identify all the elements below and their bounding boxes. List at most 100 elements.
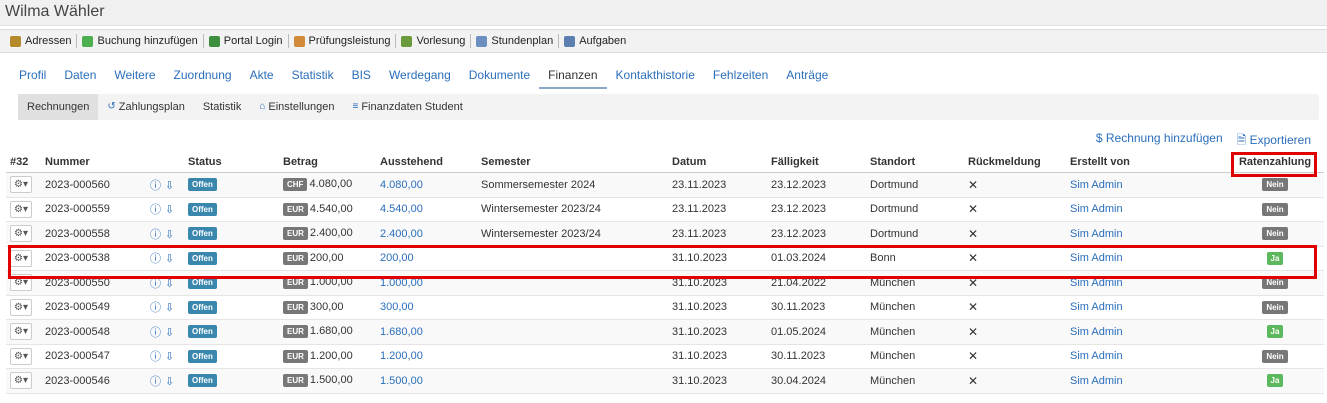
table-row[interactable]: ⚙▾ 2023-000549 ⓘ ⇩ Offen EUR 300,00 300,00 31.10… <box>6 295 1324 320</box>
column-header[interactable]: Fälligkeit <box>767 152 866 173</box>
toolbar-item-5[interactable]: Stundenplan <box>472 35 557 47</box>
created-by-link[interactable]: Sim Admin <box>1070 350 1123 362</box>
created-by-link[interactable]: Sim Admin <box>1070 277 1123 289</box>
info-icon[interactable]: ⓘ <box>150 351 161 363</box>
currency-badge: EUR <box>283 325 308 339</box>
tab-statistik[interactable]: Statistik <box>283 64 343 89</box>
column-header[interactable]: Betrag <box>279 152 376 173</box>
tab-dokumente[interactable]: Dokumente <box>460 64 539 89</box>
export-button[interactable]: 🗎 Exportieren <box>1237 131 1311 152</box>
created-by-link[interactable]: Sim Admin <box>1070 228 1123 240</box>
gear-dropdown-icon[interactable]: ⚙▾ <box>10 249 32 267</box>
table-row[interactable]: ⚙▾ 2023-000560 ⓘ ⇩ Offen CHF 4.080,00 4.080,00 S… <box>6 172 1324 198</box>
info-icon[interactable]: ⓘ <box>150 278 161 290</box>
gear-dropdown-icon[interactable]: ⚙▾ <box>10 225 32 243</box>
tab-akte[interactable]: Akte <box>241 64 283 89</box>
subtab-1[interactable]: ↺ Zahlungsplan <box>98 94 193 120</box>
created-by-link[interactable]: Sim Admin <box>1070 179 1123 191</box>
outstanding-link[interactable]: 1.200,00 <box>380 350 423 362</box>
download-icon[interactable]: ⇩ <box>165 351 174 363</box>
toolbar-item-2[interactable]: Portal Login <box>205 35 287 47</box>
table-row[interactable]: ⚙▾ 2023-000558 ⓘ ⇩ Offen EUR 2.400,00 2.400,00 W… <box>6 221 1324 247</box>
row-icons-cell: ⓘ ⇩ <box>146 246 184 271</box>
gear-dropdown-icon[interactable]: ⚙▾ <box>10 323 32 341</box>
tab-weitere[interactable]: Weitere <box>105 64 164 89</box>
outstanding-link[interactable]: 1.000,00 <box>380 277 423 289</box>
outstanding-link[interactable]: 300,00 <box>380 301 414 313</box>
column-header[interactable]: Ratenzahlung <box>1226 152 1324 173</box>
download-icon[interactable]: ⇩ <box>165 180 174 192</box>
column-header[interactable]: Ausstehend <box>376 152 477 173</box>
toolbar-item-0[interactable]: Adressen <box>6 35 75 47</box>
info-icon[interactable]: ⓘ <box>150 253 161 265</box>
tab-werdegang[interactable]: Werdegang <box>380 64 460 89</box>
table-row[interactable]: ⚙▾ 2023-000538 ⓘ ⇩ Offen EUR 200,00 200,00 31.10… <box>6 246 1324 271</box>
column-header[interactable]: Nummer <box>41 152 146 173</box>
tab-daten[interactable]: Daten <box>55 64 105 89</box>
cross-icon: ✕ <box>968 202 979 217</box>
gear-dropdown-icon[interactable]: ⚙▾ <box>10 372 32 390</box>
download-icon[interactable]: ⇩ <box>165 327 174 339</box>
table-row[interactable]: ⚙▾ 2023-000548 ⓘ ⇩ Offen EUR 1.680,00 1.680,00 3… <box>6 319 1324 345</box>
gear-dropdown-icon[interactable]: ⚙▾ <box>10 200 32 218</box>
download-icon[interactable]: ⇩ <box>165 204 174 216</box>
outstanding-link[interactable]: 2.400,00 <box>380 228 423 240</box>
gear-dropdown-icon[interactable]: ⚙▾ <box>10 298 32 316</box>
info-icon[interactable]: ⓘ <box>150 327 161 339</box>
download-icon[interactable]: ⇩ <box>165 278 174 290</box>
column-header[interactable]: #32 <box>6 152 41 173</box>
column-header[interactable]: Standort <box>866 152 964 173</box>
toolbar-item-6[interactable]: Aufgaben <box>560 35 630 47</box>
tab-bis[interactable]: BIS <box>343 64 380 89</box>
gear-dropdown-icon[interactable]: ⚙▾ <box>10 274 32 292</box>
column-header[interactable]: Semester <box>477 152 668 173</box>
subtab-3[interactable]: ⌂ Einstellungen <box>250 94 343 120</box>
gear-dropdown-icon[interactable]: ⚙▾ <box>10 347 32 365</box>
installment-cell: Nein <box>1226 172 1324 198</box>
toolbar-item-4[interactable]: Vorlesung <box>397 35 469 47</box>
info-icon[interactable]: ⓘ <box>150 229 161 241</box>
table-row[interactable]: ⚙▾ 2023-000546 ⓘ ⇩ Offen EUR 1.500,00 1.500,00 3… <box>6 368 1324 394</box>
outstanding-link[interactable]: 1.500,00 <box>380 375 423 387</box>
table-row[interactable]: ⚙▾ 2023-000550 ⓘ ⇩ Offen EUR 1.000,00 1.000,00 3… <box>6 270 1324 296</box>
tab-zuordnung[interactable]: Zuordnung <box>165 64 241 89</box>
column-header[interactable]: Datum <box>668 152 767 173</box>
download-icon[interactable]: ⇩ <box>165 302 174 314</box>
gear-dropdown-icon[interactable]: ⚙▾ <box>10 176 32 194</box>
outstanding-link[interactable]: 4.540,00 <box>380 203 423 215</box>
info-icon[interactable]: ⓘ <box>150 180 161 192</box>
created-by-link[interactable]: Sim Admin <box>1070 301 1123 313</box>
tab-finanzen[interactable]: Finanzen <box>539 64 607 89</box>
table-row[interactable]: ⚙▾ 2023-000547 ⓘ ⇩ Offen EUR 1.200,00 1.200,00 3… <box>6 344 1324 369</box>
created-by-link[interactable]: Sim Admin <box>1070 252 1123 264</box>
outstanding-link[interactable]: 200,00 <box>380 252 414 264</box>
tab-kontakthistorie[interactable]: Kontakthistorie <box>607 64 704 89</box>
created-by-link[interactable]: Sim Admin <box>1070 203 1123 215</box>
download-icon[interactable]: ⇩ <box>165 376 174 388</box>
column-header[interactable]: Status <box>184 152 279 173</box>
outstanding-link[interactable]: 1.680,00 <box>380 326 423 338</box>
info-icon[interactable]: ⓘ <box>150 302 161 314</box>
column-header[interactable]: Erstellt von <box>1066 152 1226 173</box>
tab-anträge[interactable]: Anträge <box>777 64 837 89</box>
subtab-4[interactable]: ≡ Finanzdaten Student <box>343 94 471 120</box>
info-icon[interactable]: ⓘ <box>150 376 161 388</box>
tab-fehlzeiten[interactable]: Fehlzeiten <box>704 64 777 89</box>
toolbar-item-3[interactable]: Prüfungsleistung <box>290 35 395 47</box>
download-icon[interactable]: ⇩ <box>165 253 174 265</box>
column-header[interactable]: Rückmeldung <box>964 152 1066 173</box>
subtab-0[interactable]: Rechnungen <box>18 94 99 120</box>
tab-profil[interactable]: Profil <box>10 64 55 89</box>
toolbar-item-1[interactable]: Buchung hinzufügen <box>78 35 201 47</box>
info-icon[interactable]: ⓘ <box>150 204 161 216</box>
add-invoice-button[interactable]: $ Rechnung hinzufügen <box>1096 131 1223 152</box>
column-header[interactable] <box>146 152 184 173</box>
outstanding-link[interactable]: 4.080,00 <box>380 179 423 191</box>
subtab-2[interactable]: Statistik <box>194 94 251 120</box>
created-by-link[interactable]: Sim Admin <box>1070 375 1123 387</box>
status-cell: Offen <box>184 270 279 296</box>
download-icon[interactable]: ⇩ <box>165 229 174 241</box>
created-by-link[interactable]: Sim Admin <box>1070 326 1123 338</box>
table-row[interactable]: ⚙▾ 2023-000559 ⓘ ⇩ Offen EUR 4.540,00 4.540,00 W… <box>6 197 1324 222</box>
feedback-cell: ✕ <box>964 246 1066 271</box>
